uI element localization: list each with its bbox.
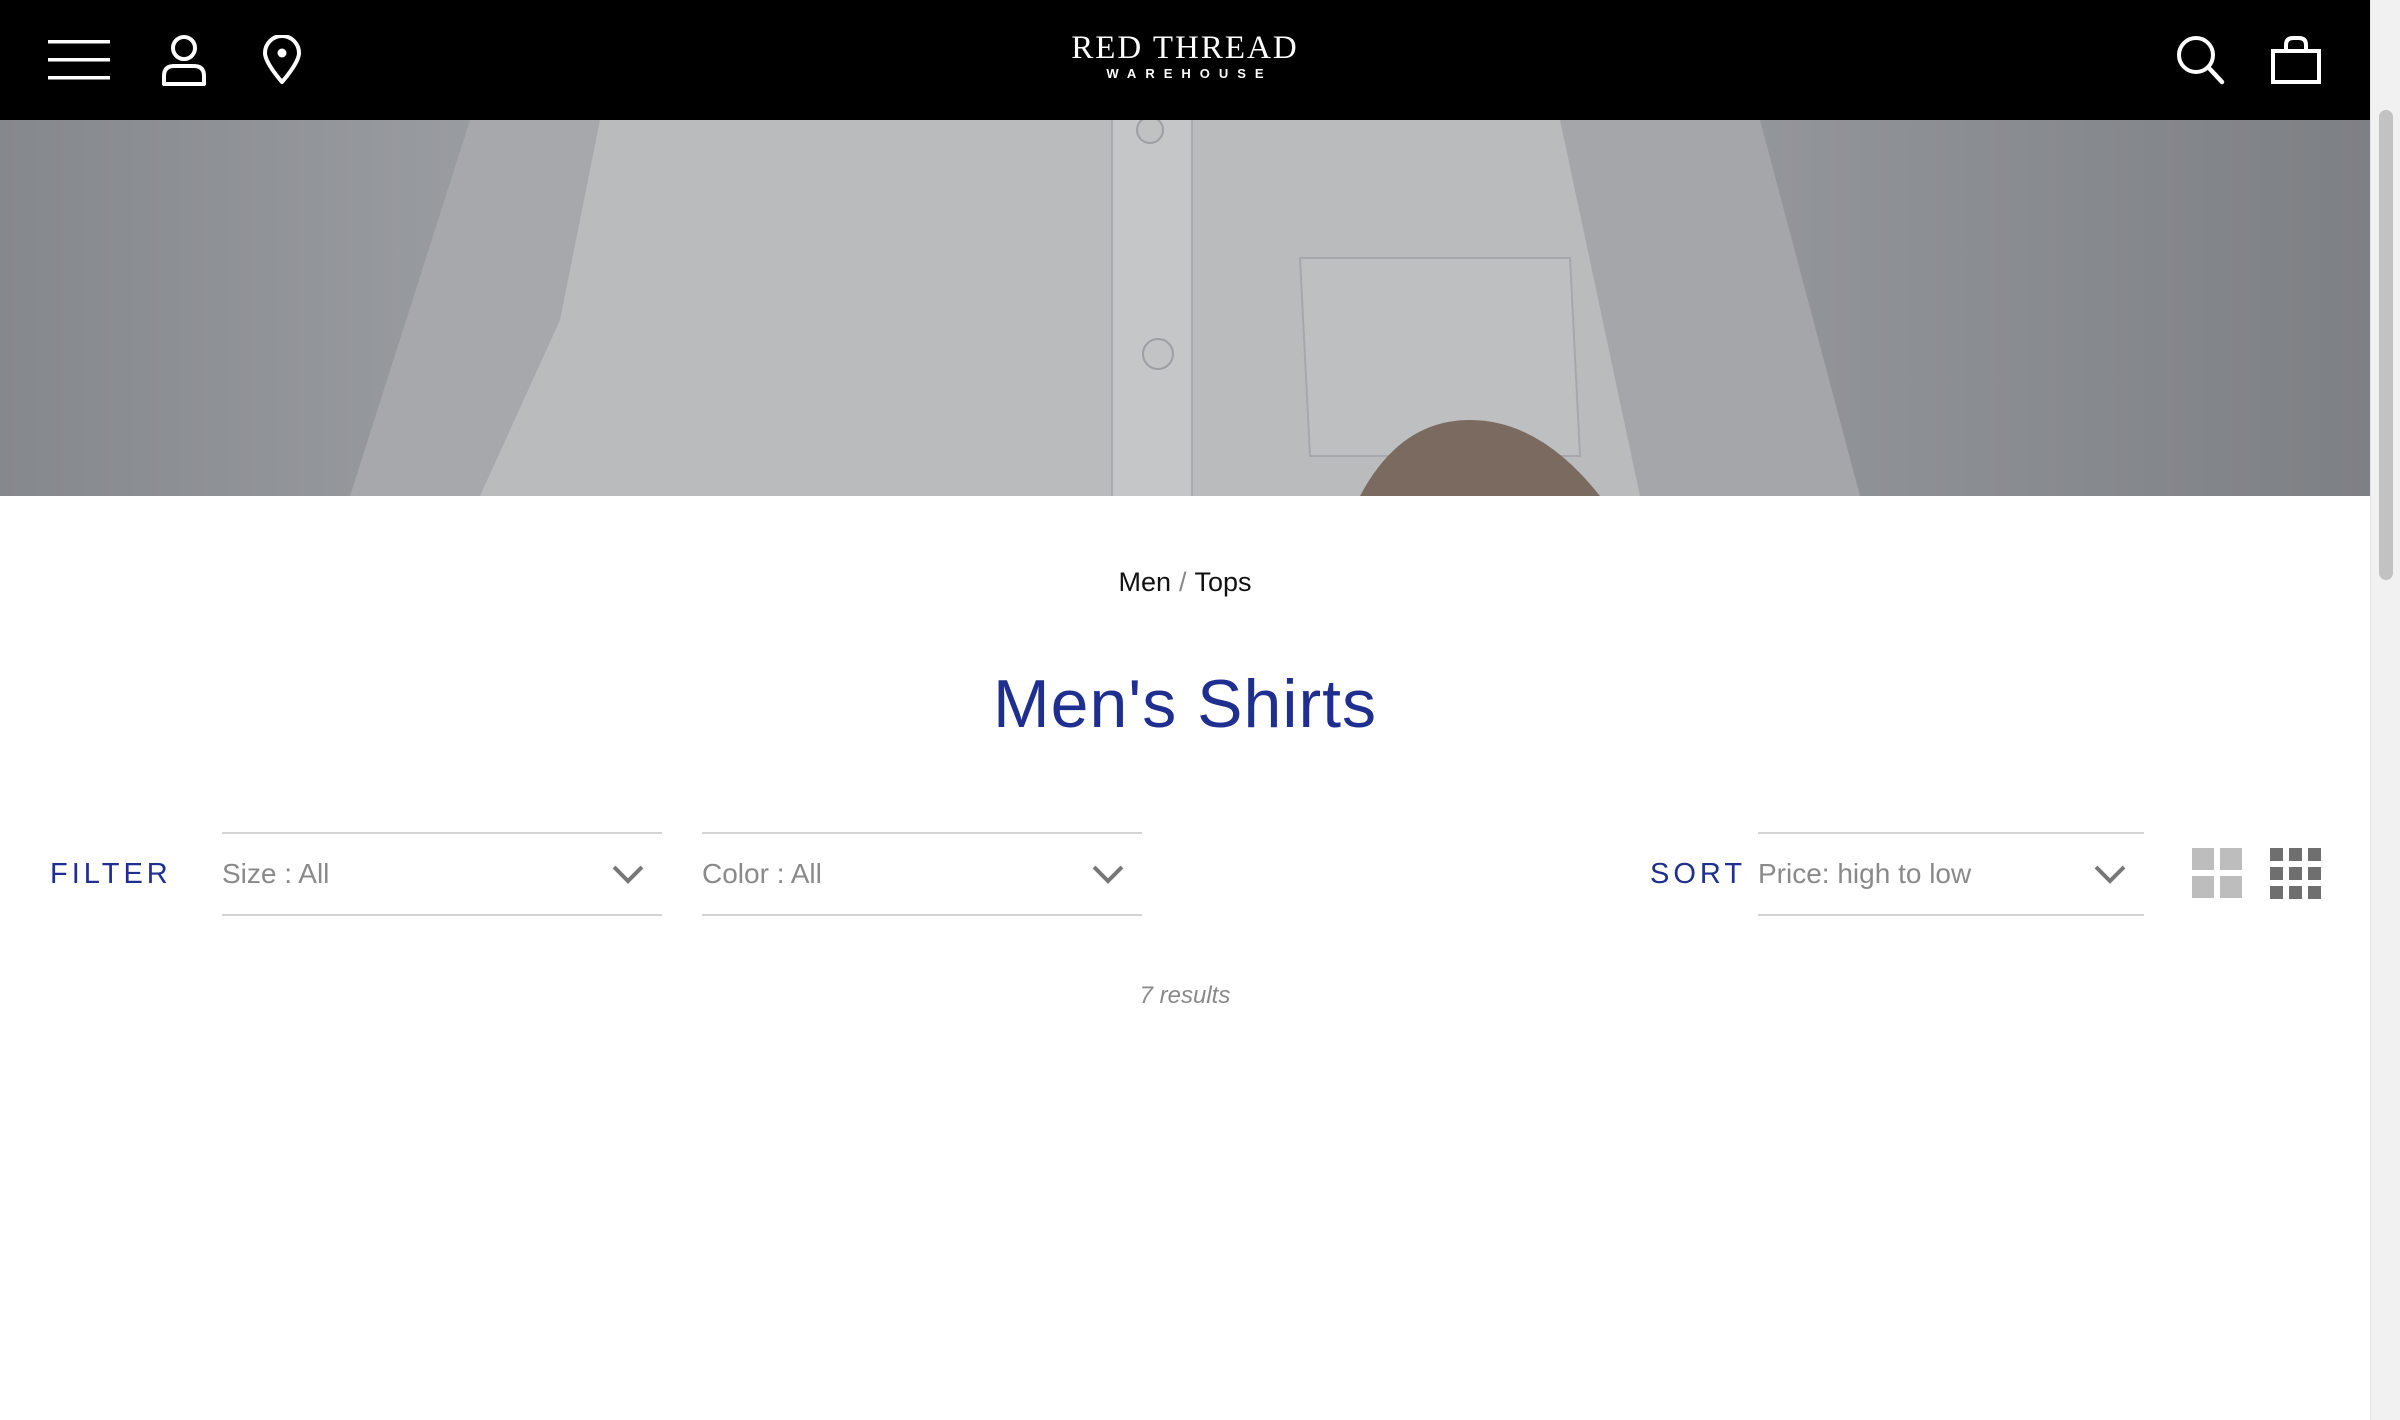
size-filter-value: Size : All [222,858,330,889]
hero-banner-image [0,120,2370,496]
sort-label: SORT [1650,858,1747,890]
page-title: Men's Shirts [993,666,1377,742]
page-scrollbar[interactable] [2370,0,2400,1420]
logo-main-text: RED THREAD [1071,30,1299,66]
location-icon[interactable] [258,32,306,88]
grid-3-icon[interactable] [2270,848,2322,900]
filter-label: FILTER [50,858,172,890]
site-logo[interactable]: RED THREAD WAREHOUSE [1035,30,1335,94]
sort-value: Price: high to low [1758,858,1972,889]
color-filter-dropdown[interactable]: Color : All [702,832,1142,916]
page: RED THREAD WAREHOUSE Men / Tops Men's Sh… [0,0,2400,1420]
search-icon[interactable] [2172,32,2228,88]
sort-dropdown[interactable]: Price: high to low [1758,832,2144,916]
scrollbar-thumb[interactable] [2379,110,2393,580]
account-icon[interactable] [158,32,210,88]
chevron-down-icon [1092,863,1126,885]
results-count: 7 results [1139,982,1231,1009]
chevron-down-icon [2094,863,2128,885]
site-header: RED THREAD WAREHOUSE [0,0,2370,120]
shopping-bag-icon[interactable] [2268,32,2324,88]
color-filter-value: Color : All [702,858,822,889]
grid-2-icon[interactable] [2192,848,2244,900]
breadcrumb-link-tops[interactable]: Tops [1195,567,1252,597]
size-filter-dropdown[interactable]: Size : All [222,832,662,916]
breadcrumb-link-men[interactable]: Men [1118,567,1171,597]
breadcrumb-separator: / [1178,567,1187,597]
menu-icon[interactable] [48,36,112,84]
chevron-down-icon [612,863,646,885]
logo-sub-text: WAREHOUSE [1106,66,1273,81]
breadcrumb: Men / Tops [0,562,2370,602]
